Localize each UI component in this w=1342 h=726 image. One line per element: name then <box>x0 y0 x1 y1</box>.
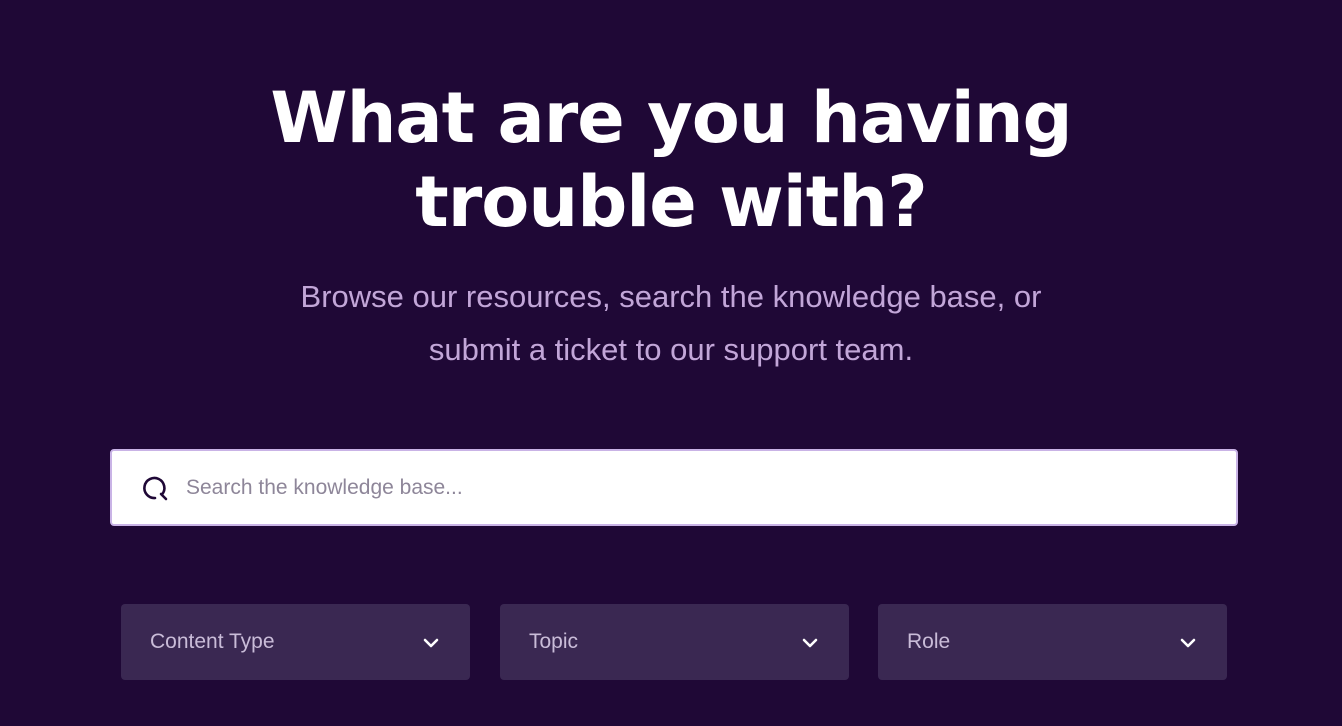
search-input[interactable] <box>186 451 1216 524</box>
chevron-down-icon <box>1180 638 1196 648</box>
filter-label-topic: Topic <box>529 630 579 653</box>
page-title-line-1: What are you having <box>270 77 1072 159</box>
filter-dropdown-content-type[interactable]: Content Type <box>121 604 470 680</box>
page-subtitle: Browse our resources, search the knowled… <box>0 270 1342 376</box>
filter-dropdown-topic[interactable]: Topic <box>500 604 849 680</box>
chevron-down-icon <box>802 638 818 648</box>
page-title: What are you having trouble with? <box>0 76 1342 244</box>
search-box[interactable] <box>110 449 1238 526</box>
page-subtitle-line-1: Browse our resources, search the knowled… <box>300 279 1042 314</box>
filter-dropdown-role[interactable]: Role <box>878 604 1227 680</box>
search-icon <box>143 476 168 501</box>
filter-label-content-type: Content Type <box>150 630 275 653</box>
filter-label-role: Role <box>907 630 951 653</box>
page-subtitle-line-2: submit a ticket to our support team. <box>428 332 914 367</box>
chevron-down-icon <box>423 638 439 648</box>
page-title-line-2: trouble with? <box>415 161 927 243</box>
